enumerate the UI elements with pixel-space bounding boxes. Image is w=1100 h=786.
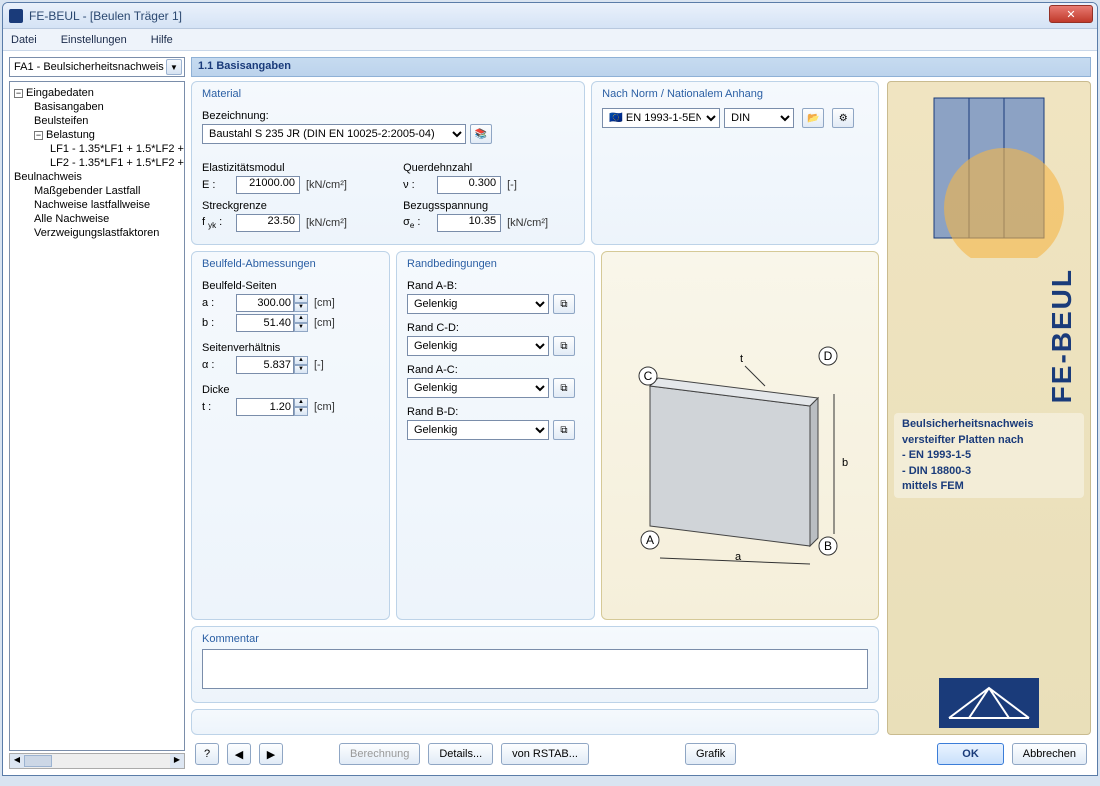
svg-text:a: a (735, 551, 742, 563)
company-logo (939, 678, 1039, 728)
case-selector-value: FA1 - Beulsicherheitsnachweis (14, 61, 164, 73)
tree-root-input[interactable]: −Eingabedaten (12, 86, 182, 100)
material-select[interactable]: Baustahl S 235 JR (DIN EN 10025-2:2005-0… (202, 124, 466, 144)
page-title: 1.1 Basisangaben (191, 57, 1091, 77)
menu-help[interactable]: Hilfe (147, 32, 177, 48)
branding-panel: FE-BEUL Beulsicherheitsnachweis versteif… (887, 81, 1091, 735)
help-button[interactable]: ? (195, 743, 219, 765)
cancel-button[interactable]: Abbrechen (1012, 743, 1087, 765)
comment-textarea[interactable] (202, 649, 868, 689)
svg-text:D: D (824, 349, 833, 363)
rand-ac-button[interactable]: ⧉ (553, 378, 575, 398)
dimensions-panel: Beulfeld-Abmessungen Beulfeld-Seiten a :… (191, 251, 390, 620)
svg-text:b: b (842, 457, 848, 469)
next-button[interactable]: ▶ (259, 743, 283, 765)
prev-button[interactable]: ◀ (227, 743, 251, 765)
tree-lastfallweise[interactable]: Nachweise lastfallweise (12, 198, 182, 212)
norm-header: Nach Norm / Nationalem Anhang (602, 88, 868, 104)
rand-cd-select[interactable]: Gelenkig (407, 336, 549, 356)
material-panel: Material Bezeichnung: Baustahl S 235 JR … (191, 81, 585, 245)
bezug-label: Bezugsspannung (403, 200, 574, 212)
sigma-e-value: 10.35 (437, 214, 501, 232)
svg-text:t: t (740, 353, 743, 365)
norm-open-button[interactable]: 📂 (802, 108, 824, 128)
t-input[interactable]: ▲▼ (236, 398, 308, 416)
product-description: Beulsicherheitsnachweis versteifter Plat… (894, 413, 1084, 498)
comment-header: Kommentar (202, 633, 868, 649)
b-input[interactable]: ▲▼ (236, 314, 308, 332)
nav-tree[interactable]: −Eingabedaten Basisangaben Beulsteifen −… (9, 81, 185, 751)
tree-verzweigung[interactable]: Verzweigungslastfaktoren (12, 226, 182, 240)
norm-panel: Nach Norm / Nationalem Anhang 🇪🇺 EN 1993… (591, 81, 879, 245)
fyk-value: 23.50 (236, 214, 300, 232)
menubar: Datei Einstellungen Hilfe (3, 29, 1097, 51)
material-library-button[interactable]: 📚 (470, 124, 492, 144)
menu-settings[interactable]: Einstellungen (57, 32, 131, 48)
menu-file[interactable]: Datei (7, 32, 41, 48)
emod-value: 21000.00 (236, 176, 300, 194)
norm-annex-select[interactable]: DIN (724, 108, 794, 128)
empty-panel (191, 709, 879, 735)
nu-value: 0.300 (437, 176, 501, 194)
tree-lf1[interactable]: LF1 - 1.35*LF1 + 1.5*LF2 + (12, 142, 182, 156)
bezeichnung-label: Bezeichnung: (202, 110, 574, 122)
hero-graphic (914, 88, 1064, 258)
quer-label: Querdehnzahl (403, 162, 574, 174)
a-input[interactable]: ▲▼ (236, 294, 308, 312)
boundary-panel: Randbedingungen Rand A-B:Gelenkig⧉ Rand … (396, 251, 595, 620)
tree-basisangaben[interactable]: Basisangaben (12, 100, 182, 114)
rand-bd-button[interactable]: ⧉ (553, 420, 575, 440)
window-title: FE-BEUL - [Beulen Träger 1] (29, 9, 182, 23)
product-name: FE-BEUL (1046, 268, 1078, 403)
plate-diagram: A B C D a b t (601, 251, 879, 620)
tree-belastung[interactable]: −Belastung (12, 128, 182, 142)
rand-ac-select[interactable]: Gelenkig (407, 378, 549, 398)
app-icon (9, 9, 23, 23)
svg-text:C: C (644, 369, 653, 383)
ok-button[interactable]: OK (937, 743, 1004, 765)
close-button[interactable]: ✕ (1049, 5, 1093, 23)
streck-label: Streckgrenze (202, 200, 373, 212)
tree-lf2[interactable]: LF2 - 1.35*LF1 + 1.5*LF2 + (12, 156, 182, 170)
rand-ab-button[interactable]: ⧉ (553, 294, 575, 314)
alpha-input[interactable]: ▲▼ (236, 356, 308, 374)
emod-label: Elastizitätsmodul (202, 162, 373, 174)
grafik-button[interactable]: Grafik (685, 743, 736, 765)
rand-cd-button[interactable]: ⧉ (553, 336, 575, 356)
footer-toolbar: ? ◀ ▶ Berechnung Details... von RSTAB...… (191, 739, 1091, 769)
svg-text:A: A (646, 533, 654, 547)
tree-massgebend[interactable]: Maßgebender Lastfall (12, 184, 182, 198)
tree-alle[interactable]: Alle Nachweise (12, 212, 182, 226)
details-button[interactable]: Details... (428, 743, 493, 765)
rand-ab-select[interactable]: Gelenkig (407, 294, 549, 314)
case-selector[interactable]: FA1 - Beulsicherheitsnachweis ▼ (9, 57, 185, 77)
titlebar: FE-BEUL - [Beulen Träger 1] ✕ (3, 3, 1097, 29)
tree-hscrollbar[interactable]: ◀▶ (9, 753, 185, 769)
norm-code-select[interactable]: 🇪🇺 EN 1993-1-5EN 1993-1-5 (602, 108, 720, 128)
rand-bd-select[interactable]: Gelenkig (407, 420, 549, 440)
material-header: Material (202, 88, 574, 104)
rstab-button[interactable]: von RSTAB... (501, 743, 589, 765)
norm-settings-button[interactable]: ⚙ (832, 108, 854, 128)
dim-header: Beulfeld-Abmessungen (202, 258, 379, 274)
tree-beulsteifen[interactable]: Beulsteifen (12, 114, 182, 128)
tree-root-nachweis[interactable]: Beulnachweis (12, 170, 182, 184)
chevron-down-icon: ▼ (166, 59, 182, 75)
comment-panel: Kommentar (191, 626, 879, 703)
svg-text:B: B (824, 539, 832, 553)
calc-button[interactable]: Berechnung (339, 743, 420, 765)
rand-header: Randbedingungen (407, 258, 584, 274)
